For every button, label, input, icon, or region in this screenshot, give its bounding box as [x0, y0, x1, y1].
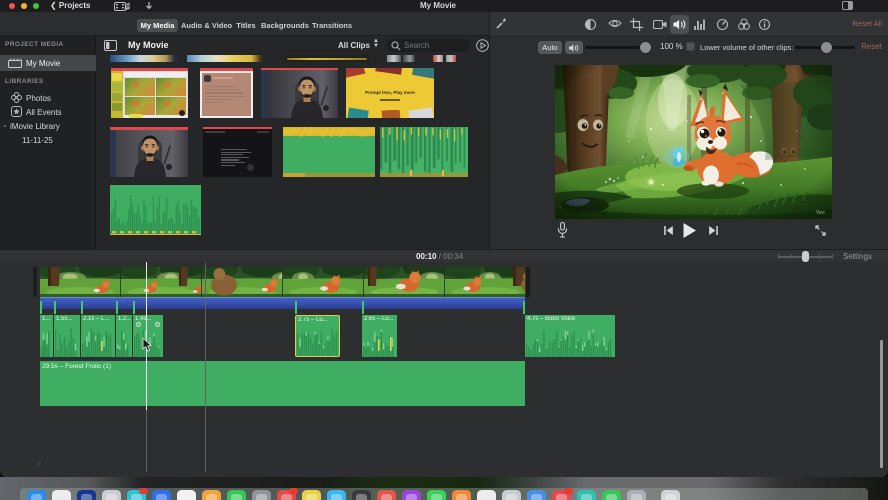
svg-text:Veo: Veo [816, 210, 825, 216]
